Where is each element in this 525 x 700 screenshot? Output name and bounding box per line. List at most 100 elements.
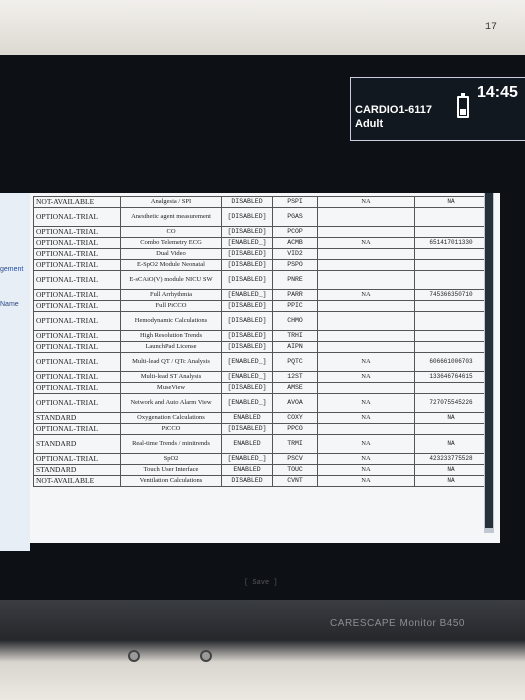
table-row[interactable]: OPTIONAL-TRIAL LaunchPad License [DISABLED… (33, 341, 488, 353)
option-state[interactable]: [DISABLED] (221, 270, 273, 290)
option-na: NA (317, 412, 415, 424)
monitor-bottom-bezel (0, 600, 525, 700)
option-status: OPTIONAL-TRIAL (33, 259, 121, 271)
option-na (317, 248, 415, 260)
table-row[interactable]: OPTIONAL-TRIAL Anesthetic agent measureme… (33, 207, 488, 227)
option-state[interactable]: [ENABLED_] (221, 289, 273, 301)
option-code: TOUC (272, 464, 318, 476)
option-na (317, 382, 415, 394)
option-code: PQTC (272, 352, 318, 372)
patient-header[interactable]: 14:45 CARDIO1-6117 Adult (350, 77, 525, 141)
option-state[interactable]: [DISABLED] (221, 300, 273, 312)
option-state[interactable]: [DISABLED] (221, 248, 273, 260)
option-state[interactable]: [ENABLED_] (221, 453, 273, 465)
option-state[interactable]: ENABLED (221, 464, 273, 476)
option-state[interactable]: [DISABLED] (221, 259, 273, 271)
table-row[interactable]: STANDARD Oxygenation Calculations ENABLED C… (33, 412, 488, 424)
option-status: OPTIONAL-TRIAL (33, 311, 121, 331)
table-row[interactable]: OPTIONAL-TRIAL Multi-lead ST Analysis [ENA… (33, 371, 488, 383)
option-license-key (414, 207, 488, 227)
option-state[interactable]: DISABLED (221, 196, 273, 208)
option-name: Multi-lead QT / QTc Analysis (120, 352, 222, 372)
option-name: CO (120, 226, 222, 238)
table-row[interactable]: OPTIONAL-TRIAL Dual Video [DISABLED] VID2 (33, 248, 488, 260)
monitor-screen: 14:45 CARDIO1-6117 Adult gement Name NOT… (0, 55, 525, 632)
table-scrollbar[interactable] (484, 193, 494, 533)
scrollbar-thumb[interactable] (485, 193, 493, 528)
option-status: STANDARD (33, 434, 121, 454)
option-state[interactable]: ENABLED (221, 434, 273, 454)
option-na: NA (317, 289, 415, 301)
option-na (317, 341, 415, 353)
table-row[interactable]: STANDARD Touch User Interface ENABLED TOUC N… (33, 464, 488, 476)
option-state[interactable]: [ENABLED_] (221, 352, 273, 372)
option-name: Dual Video (120, 248, 222, 260)
option-name: Oxygenation Calculations (120, 412, 222, 424)
table-row[interactable]: OPTIONAL-TRIAL MuseView [DISABLED] AMSE (33, 382, 488, 394)
save-button[interactable]: [ Save ] (244, 579, 278, 587)
option-na (317, 226, 415, 238)
option-state[interactable]: [DISABLED] (221, 226, 273, 238)
option-state[interactable]: [DISABLED] (221, 311, 273, 331)
table-row[interactable]: OPTIONAL-TRIAL Network and Auto Alarm Vie… (33, 393, 488, 413)
table-row[interactable]: NOT-AVAILABLE Ventilation Calculations DIS… (33, 475, 488, 487)
table-row[interactable]: OPTIONAL-TRIAL SpO2 [ENABLED_] PSCV NA 423233… (33, 453, 488, 465)
option-status: OPTIONAL-TRIAL (33, 371, 121, 383)
option-status: OPTIONAL-TRIAL (33, 382, 121, 394)
table-row[interactable]: OPTIONAL-TRIAL CO [DISABLED] PCOP (33, 226, 488, 238)
table-row[interactable]: OPTIONAL-TRIAL Multi-lead QT / QTc Analys… (33, 352, 488, 372)
option-state[interactable]: [ENABLED_] (221, 393, 273, 413)
table-row[interactable]: OPTIONAL-TRIAL E-sCAiO(V) module NICU SW[… (33, 270, 488, 290)
left-label-name[interactable]: Name (0, 301, 19, 308)
option-name: Real-time Trends / minitrends (120, 434, 222, 454)
option-name: Full Arrhythmia (120, 289, 222, 301)
table-row[interactable]: OPTIONAL-TRIAL Hemodynamic Calculations [D… (33, 311, 488, 331)
table-row[interactable]: OPTIONAL-TRIAL High Resolution Trends [DIS… (33, 330, 488, 342)
option-license-key (414, 226, 488, 238)
option-state[interactable]: [DISABLED] (221, 341, 273, 353)
option-status: OPTIONAL-TRIAL (33, 207, 121, 227)
table-row[interactable]: OPTIONAL-TRIAL Full Arrhythmia [ENABLED_] P… (33, 289, 488, 301)
option-license-key: NA (414, 464, 488, 476)
left-label-management[interactable]: gement (0, 266, 23, 273)
option-state[interactable]: [ENABLED_] (221, 371, 273, 383)
table-row[interactable]: STANDARD Real-time Trends / minitrends ENA… (33, 434, 488, 454)
option-state[interactable]: DISABLED (221, 475, 273, 487)
option-status: OPTIONAL-TRIAL (33, 226, 121, 238)
connector-port (200, 650, 212, 662)
option-license-key: NA (414, 434, 488, 454)
option-license-key: 651417011330 (414, 237, 488, 249)
option-name: Analgesia / SPI (120, 196, 222, 208)
option-state[interactable]: [DISABLED] (221, 382, 273, 394)
option-state[interactable]: [ENABLED_] (221, 237, 273, 249)
option-name: E-SpO2 Module Neonatal (120, 259, 222, 271)
option-license-key (414, 311, 488, 331)
option-name: SpO2 (120, 453, 222, 465)
option-license-key: 423233775528 (414, 453, 488, 465)
option-code: ACMB (272, 237, 318, 249)
table-row[interactable]: OPTIONAL-TRIAL Combo Telemetry ECG [ENABLE… (33, 237, 488, 249)
option-name: Multi-lead ST Analysis (120, 371, 222, 383)
option-state[interactable]: [DISABLED] (221, 207, 273, 227)
option-code: 12ST (272, 371, 318, 383)
table-row[interactable]: OPTIONAL-TRIAL E-SpO2 Module Neonatal [DIS… (33, 259, 488, 271)
software-options-table: NOT-AVAILABLE Analgesia / SPI DISABLED PSPI… (33, 196, 488, 487)
option-code: AVOA (272, 393, 318, 413)
option-license-key (414, 259, 488, 271)
option-na: NA (317, 237, 415, 249)
table-row[interactable]: OPTIONAL-TRIAL PiCCO [DISABLED] PPCO (33, 423, 488, 435)
option-name: Hemodynamic Calculations (120, 311, 222, 331)
option-na: NA (317, 371, 415, 383)
option-status: OPTIONAL-TRIAL (33, 393, 121, 413)
option-code: PNRE (272, 270, 318, 290)
option-state[interactable]: [DISABLED] (221, 330, 273, 342)
option-license-key: 606661006703 (414, 352, 488, 372)
option-code: COXY (272, 412, 318, 424)
option-code: CVNT (272, 475, 318, 487)
option-state[interactable]: ENABLED (221, 412, 273, 424)
option-state[interactable]: [DISABLED] (221, 423, 273, 435)
option-na (317, 259, 415, 271)
option-name: High Resolution Trends (120, 330, 222, 342)
table-row[interactable]: OPTIONAL-TRIAL Full PiCCO [DISABLED] PPIC (33, 300, 488, 312)
table-row[interactable]: NOT-AVAILABLE Analgesia / SPI DISABLED PSPI… (33, 196, 488, 208)
